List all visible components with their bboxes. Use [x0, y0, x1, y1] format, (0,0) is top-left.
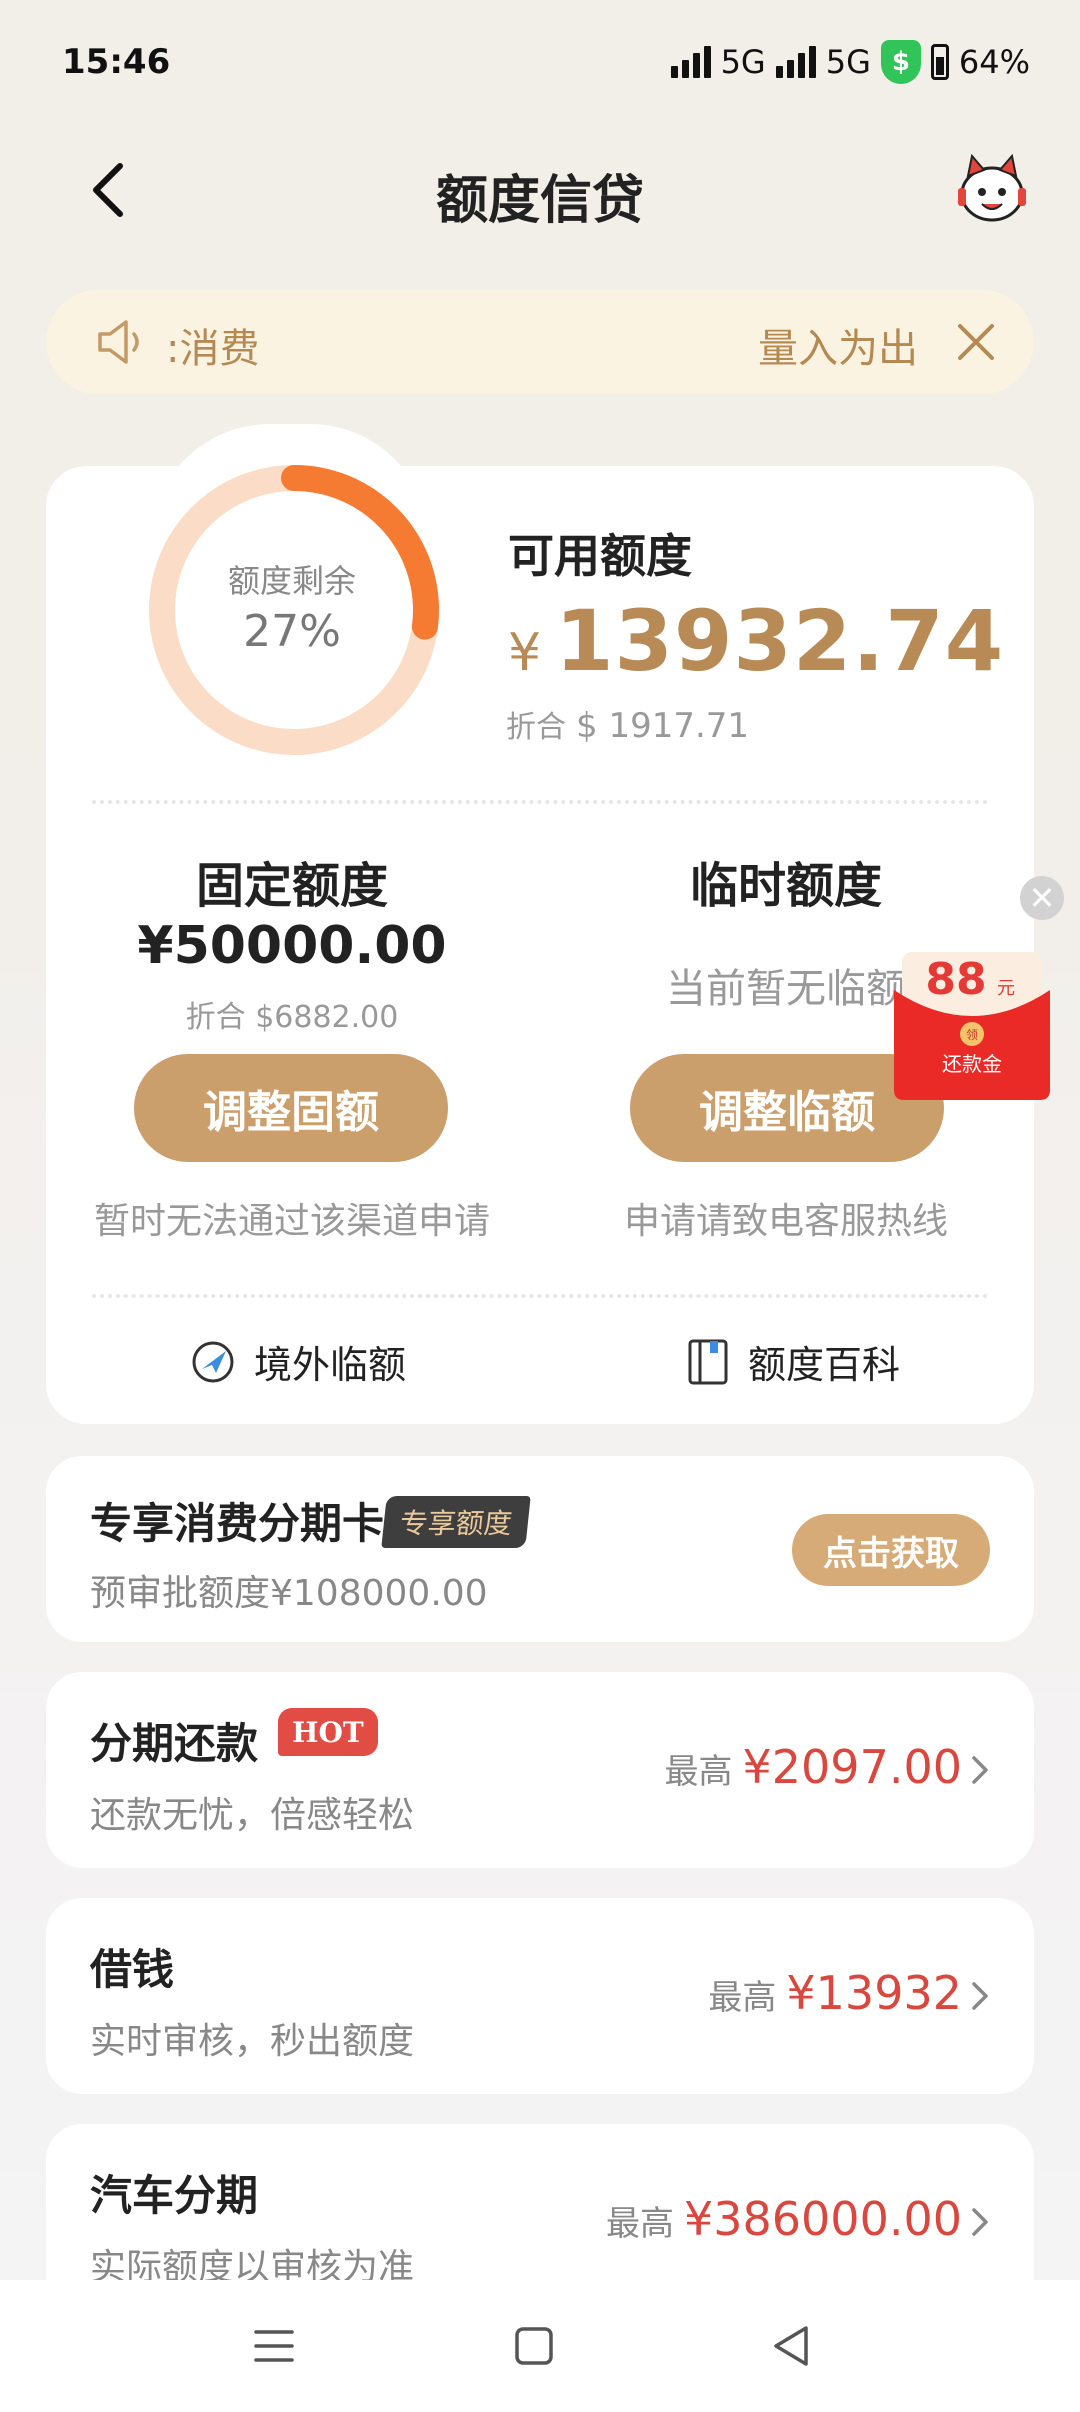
notice-slogan: 量入为出 [758, 326, 918, 372]
overseas-link-label: 境外临额 [254, 1343, 407, 1387]
service-title: 借钱 [90, 1945, 175, 1994]
max-prefix: 最高 [605, 2204, 674, 2244]
service-subtitle: 还款无忧，倍感轻松 [90, 1795, 415, 1836]
currency-symbol: ¥ [508, 623, 542, 683]
max-amount: ¥386000.00 [683, 2192, 962, 2246]
system-navigation-bar [0, 2280, 1080, 2412]
usd-prefix: 折合 [506, 710, 566, 745]
max-prefix: 最高 [664, 1752, 733, 1792]
usd-value: $ 1917.71 [576, 706, 750, 746]
red-envelope-icon: 领 88 元 还款金 [894, 952, 1050, 1100]
borrow-money-card[interactable]: 借钱 实时审核，秒出额度 最高 ¥13932 [46, 1898, 1034, 2094]
signal-icon [775, 46, 816, 78]
notice-banner[interactable]: :消费 量入为出 [46, 290, 1034, 394]
installment-card-subtitle: 预审批额度¥108000.00 [90, 1573, 488, 1614]
gauge-label: 额度剩余 [227, 562, 356, 600]
status-indicators: 5G 5G $ 64% [670, 40, 1030, 84]
available-quota-amount: ¥ 13932.74 [508, 592, 1004, 690]
fixed-quota-amount: ¥50000.00 [137, 916, 447, 976]
security-shield-icon: $ [880, 40, 921, 84]
service-max-amount: 最高 ¥386000.00 [606, 2192, 962, 2246]
temporary-quota-title: 临时额度 [689, 858, 882, 914]
exclusive-quota-tag: 专享额度 [381, 1496, 531, 1548]
red-packet-seal: 领 [966, 1028, 978, 1042]
status-bar: 15:46 5G 5G $ 64% [0, 0, 1080, 120]
available-quota-label: 可用额度 [508, 529, 692, 583]
red-packet-close-button[interactable]: ✕ [1020, 876, 1064, 920]
get-offer-button[interactable]: 点击获取 [792, 1514, 990, 1586]
battery-icon [930, 44, 949, 80]
chevron-right-icon [972, 1982, 988, 2010]
installment-card-title: 专享消费分期卡 [90, 1499, 385, 1548]
close-icon[interactable] [954, 320, 998, 364]
plane-globe-icon [192, 1341, 234, 1382]
quota-wiki-link[interactable]: 额度百科 [686, 1334, 900, 1389]
chevron-right-icon [972, 1756, 988, 1784]
service-subtitle: 实时审核，秒出额度 [90, 2021, 415, 2062]
home-square-icon[interactable] [504, 2316, 564, 2376]
back-triangle-icon[interactable] [762, 2316, 822, 2376]
notice-text: :消费 [166, 326, 260, 372]
max-amount: ¥13932 [786, 1966, 962, 2020]
service-max-amount: 最高 ¥2097.00 [665, 1740, 963, 1794]
repayment-red-packet[interactable]: 领 88 元 还款金 [894, 950, 1050, 1100]
gauge-percentage: 27% [243, 606, 341, 657]
service-title: 汽车分期 [90, 2171, 259, 2220]
network-type: 5G [825, 43, 871, 81]
signal-icon [670, 46, 711, 78]
menu-icon[interactable] [244, 2316, 304, 2376]
temporary-quota-note: 申请请致电客服热线 [623, 1201, 948, 1242]
overseas-temp-quota-link[interactable]: 境外临额 [190, 1334, 406, 1389]
service-max-amount: 最高 ¥13932 [708, 1966, 962, 2020]
available-amount-value: 13932.74 [555, 592, 1005, 690]
divider [92, 800, 988, 804]
available-usd-equivalent: 折合 $ 1917.71 [506, 702, 749, 746]
speaker-icon [98, 320, 139, 364]
red-packet-unit: 元 [997, 978, 1015, 999]
chevron-right-icon [972, 2208, 988, 2236]
max-prefix: 最高 [708, 1978, 777, 2018]
hot-badge: HOT [278, 1708, 378, 1756]
red-packet-label: 还款金 [942, 1052, 1002, 1076]
service-title: 分期还款 [90, 1719, 259, 1768]
fixed-quota-usd: 折合 $6882.00 [185, 1000, 399, 1035]
status-time: 15:46 [62, 42, 171, 82]
battery-level: 64% [958, 43, 1030, 81]
network-type: 5G [720, 43, 766, 81]
assistant-mascot-icon[interactable] [954, 154, 1030, 226]
installment-repayment-card[interactable]: 分期还款 HOT 还款无忧，倍感轻松 最高 ¥2097.00 [46, 1672, 1034, 1868]
max-amount: ¥2097.00 [742, 1740, 963, 1794]
fixed-quota-note: 暂时无法通过该渠道申请 [93, 1201, 490, 1242]
red-packet-amount: 88 [925, 954, 986, 1005]
fixed-quota-title: 固定额度 [195, 858, 388, 914]
adjust-fixed-quota-button[interactable]: 调整固额 [134, 1054, 448, 1162]
installment-card-offer[interactable]: 专享消费分期卡 专享额度 预审批额度¥108000.00 点击获取 [46, 1456, 1034, 1642]
book-icon [688, 1339, 728, 1384]
wiki-link-label: 额度百科 [748, 1343, 901, 1387]
page-title: 额度信贷 [435, 171, 644, 231]
divider [92, 1294, 988, 1298]
